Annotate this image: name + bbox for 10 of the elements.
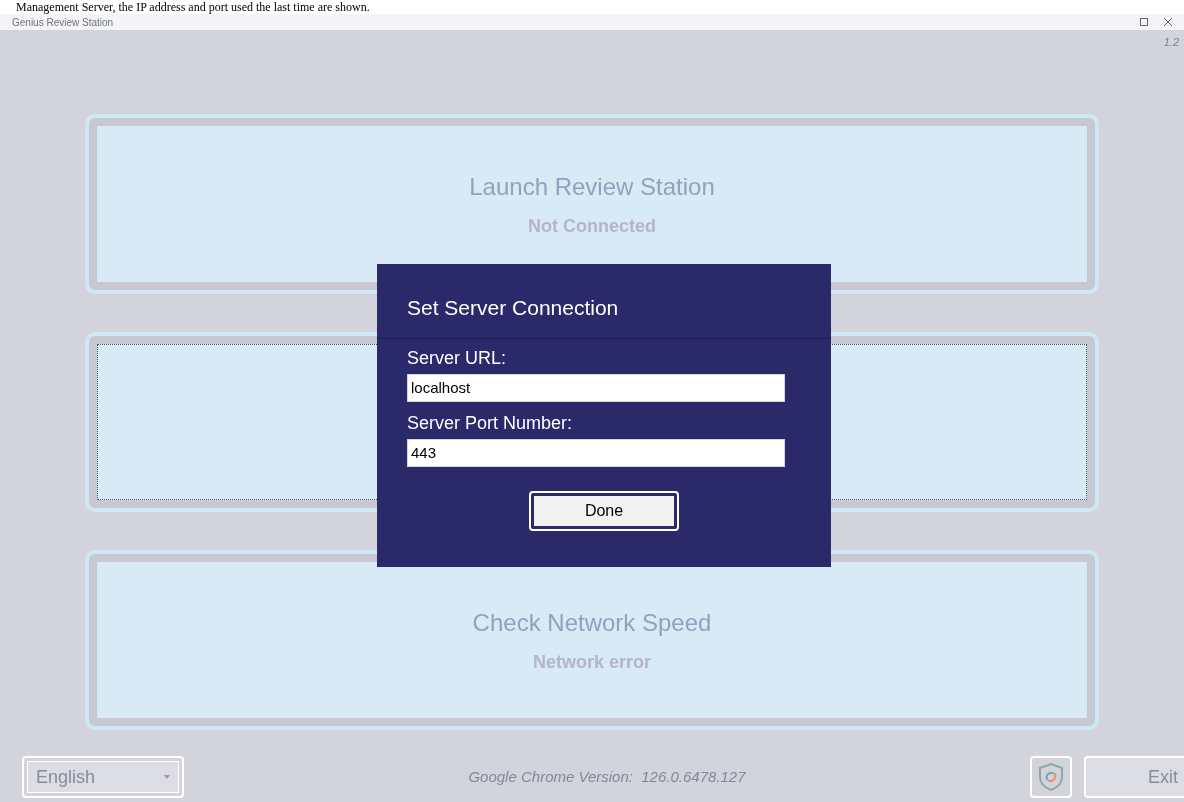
field-label: Server URL: xyxy=(407,346,508,370)
window-title: Genius Review Station xyxy=(12,15,114,30)
card-title: Check Network Speed xyxy=(472,607,712,638)
dialog-title: Set Server Connection xyxy=(407,296,619,319)
version-text: 1.2 xyxy=(1163,35,1179,50)
language-value: English xyxy=(36,765,96,789)
field-label: Server Port Number: xyxy=(407,411,574,435)
chrome-version-text: Google Chrome Version: 126.0.6478.127 xyxy=(468,766,746,787)
card-title: Launch Review Station xyxy=(469,171,715,202)
caption-text: Management Server, the IP address and port used the last time are shown. xyxy=(0,0,1184,14)
